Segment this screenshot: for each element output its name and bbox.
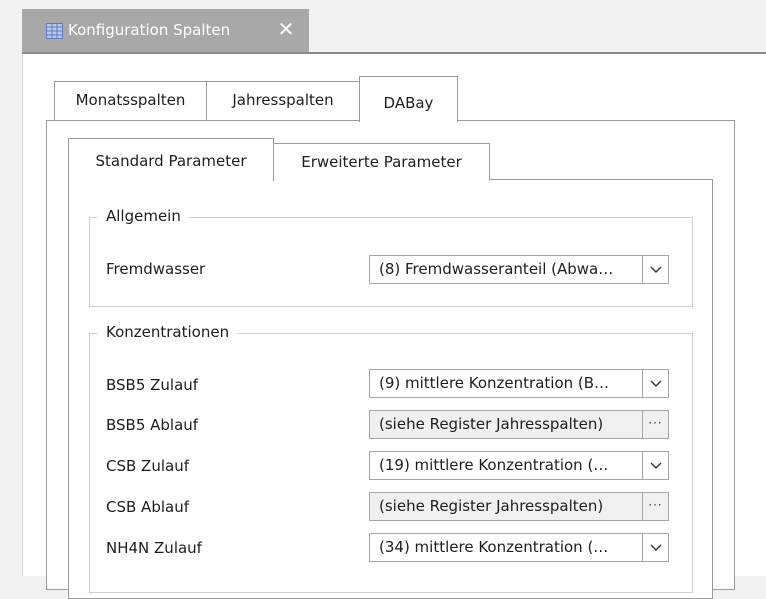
chevron-down-icon[interactable] xyxy=(642,452,668,479)
csb-zulauf-value: (19) mittlere Konzentration (… xyxy=(379,456,609,474)
tab-erweiterte-parameter[interactable]: Erweiterte Parameter xyxy=(273,143,490,180)
close-icon[interactable]: ✕ xyxy=(275,18,297,40)
bsb5-zulauf-value: (9) mittlere Konzentration (B… xyxy=(379,374,610,392)
group-title-konzentrationen: Konzentrationen xyxy=(98,323,238,341)
tab-standard-parameter[interactable]: Standard Parameter xyxy=(68,138,274,181)
pane-border xyxy=(22,54,23,576)
nh4n-zulauf-select[interactable]: (34) mittlere Konzentration (… xyxy=(369,533,669,562)
ellipsis-icon: ··· xyxy=(648,415,663,430)
chevron-down-icon[interactable] xyxy=(642,534,668,561)
label-bsb5-ablauf: BSB5 Ablauf xyxy=(106,416,199,434)
grid-table-icon xyxy=(46,23,63,39)
label-bsb5-zulauf: BSB5 Zulauf xyxy=(106,376,199,394)
ellipsis-button[interactable]: ··· xyxy=(642,411,668,438)
tab-dabay[interactable]: DABay xyxy=(359,76,458,122)
ellipsis-icon: ··· xyxy=(648,497,663,512)
bsb5-ablauf-field[interactable]: (siehe Register Jahresspalten) ··· xyxy=(369,410,669,439)
document-tab-title: Konfiguration Spalten xyxy=(68,21,231,39)
nh4n-zulauf-value: (34) mittlere Konzentration (… xyxy=(379,538,609,556)
label-csb-ablauf: CSB Ablauf xyxy=(106,498,189,516)
label-fremdwasser: Fremdwasser xyxy=(106,260,206,278)
bsb5-zulauf-select[interactable]: (9) mittlere Konzentration (B… xyxy=(369,369,669,398)
chevron-down-icon[interactable] xyxy=(642,256,668,283)
label-csb-zulauf: CSB Zulauf xyxy=(106,457,189,475)
fremdwasser-select[interactable]: (8) Fremdwasseranteil (Abwa… xyxy=(369,255,669,284)
group-title-allgemein: Allgemein xyxy=(98,207,189,225)
chevron-down-icon[interactable] xyxy=(642,370,668,397)
document-tab[interactable]: Konfiguration Spalten ✕ xyxy=(22,9,309,52)
label-nh4n-zulauf: NH4N Zulauf xyxy=(106,539,202,557)
csb-zulauf-select[interactable]: (19) mittlere Konzentration (… xyxy=(369,451,669,480)
bsb5-ablauf-value: (siehe Register Jahresspalten) xyxy=(379,415,604,433)
csb-ablauf-value: (siehe Register Jahresspalten) xyxy=(379,497,604,515)
ellipsis-button[interactable]: ··· xyxy=(642,493,668,520)
tab-monatsspalten[interactable]: Monatsspalten xyxy=(54,81,207,120)
fremdwasser-value: (8) Fremdwasseranteil (Abwa… xyxy=(379,260,614,278)
csb-ablauf-field[interactable]: (siehe Register Jahresspalten) ··· xyxy=(369,492,669,521)
tab-jahresspalten[interactable]: Jahresspalten xyxy=(206,81,360,120)
